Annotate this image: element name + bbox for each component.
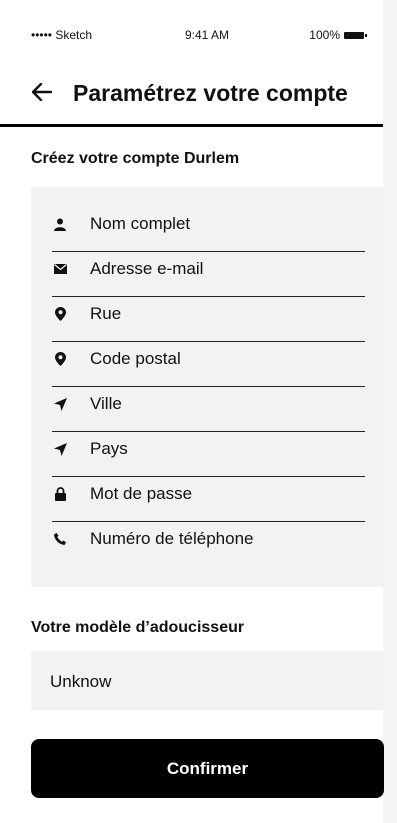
top-header: Paramétrez votre compte (0, 74, 383, 127)
account-form: Nom complet Adresse e-mail Rue Code post… (31, 187, 384, 587)
user-icon (52, 216, 68, 232)
account-section-title: Créez votre compte Durlem (31, 150, 240, 167)
battery-indicator: 100% (309, 28, 367, 42)
field-street[interactable]: Rue (52, 297, 365, 342)
field-label: Pays (90, 439, 128, 458)
navigation-arrow-icon (52, 396, 68, 412)
field-label: Rue (90, 304, 122, 323)
field-password[interactable]: Mot de passe (52, 477, 365, 522)
navigation-arrow-icon (52, 441, 68, 457)
softener-section-title: Votre modèle d’adoucisseur (31, 619, 245, 636)
arrow-left-icon[interactable] (31, 82, 53, 106)
field-label: Adresse e-mail (90, 259, 204, 278)
page-title: Paramétrez votre compte (73, 80, 348, 106)
confirm-button[interactable]: Confirmer (31, 739, 384, 798)
screen: ••••• Sketch 9:41 AM 100% Paramétrez vot… (0, 0, 397, 823)
battery-icon (344, 31, 367, 39)
lock-icon (52, 486, 68, 502)
field-label: Numéro de téléphone (90, 529, 254, 548)
softener-model-field[interactable]: Unknow (31, 651, 384, 710)
softener-model-value: Unknow (50, 672, 112, 691)
field-full-name[interactable]: Nom complet (52, 207, 365, 252)
mail-icon (52, 261, 68, 277)
clock: 9:41 AM (185, 28, 230, 42)
field-postal-code[interactable]: Code postal (52, 342, 365, 387)
scroll-gutter (383, 0, 397, 823)
field-email[interactable]: Adresse e-mail (52, 252, 365, 297)
field-label: Mot de passe (90, 484, 193, 503)
carrier-label: ••••• Sketch (31, 28, 93, 42)
status-bar: ••••• Sketch 9:41 AM 100% (0, 0, 383, 42)
field-country[interactable]: Pays (52, 432, 365, 477)
field-phone[interactable]: Numéro de téléphone (52, 522, 365, 562)
field-label: Ville (90, 394, 122, 413)
battery-label: 100% (309, 28, 340, 42)
field-label: Nom complet (90, 214, 191, 233)
phone-icon (52, 531, 68, 547)
location-pin-icon (52, 306, 68, 322)
location-pin-icon (52, 351, 68, 367)
field-city[interactable]: Ville (52, 387, 365, 432)
field-label: Code postal (90, 349, 181, 368)
